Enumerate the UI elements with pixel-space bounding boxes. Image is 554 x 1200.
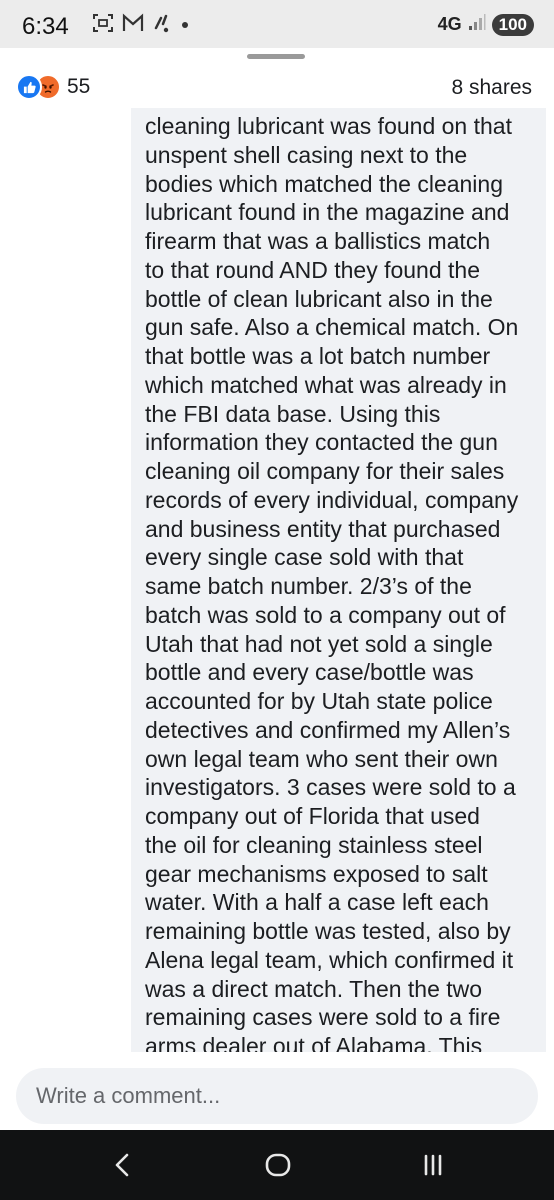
battery-badge: 100 [491,13,534,36]
comment-line: lubricant found in the magazine and [145,199,510,226]
comment-text: cleaning lubricant was found on that unsp… [145,112,546,1090]
comment-line: cleaning oil company for their sales [145,458,505,484]
comments-sheet: 55 8 shares cleaning lubricant was found… [0,48,554,1130]
comment-line: the FBI data base. Using this [145,400,441,427]
comment-line: detectives and confirmed my Allen’s [145,716,511,743]
status-bar: 6:34 4G 100 [0,0,554,50]
comment-line: firearm that was a ballistics match [145,228,491,254]
status-time: 6:34 [22,13,69,40]
network-indicator: 4G [437,14,462,34]
comment-line: every single case sold with that [145,544,464,571]
comment-line: which matched what was already in [145,371,507,398]
back-icon[interactable] [103,1148,143,1182]
comment-line: bodies which matched the cleaning [145,170,504,197]
comment-line: the oil for cleaning stainless steel [145,831,483,858]
comment-line: cleaning lubricant was found on that [145,113,512,139]
reactions-summary[interactable]: 55 [16,74,90,100]
shares-count[interactable]: 8 shares [451,76,532,100]
comment-line: batch was sold to a company out of [145,601,506,628]
signal-icon [468,13,486,36]
like-icon [16,74,42,100]
comment-line: to that round AND they found the [145,256,481,283]
comment-line: and business entity that purchased [145,515,501,542]
comment-bar [0,1052,554,1132]
comment-line: remaining bottle was tested, also by [145,918,511,944]
comment-line: bottle and every case/bottle was [145,659,474,686]
comment-line: water. With a half a case left each [145,889,489,916]
comment-line: gun safe. Also a chemical match. On [145,314,519,341]
comment-line: Utah that had not yet sold a single [145,630,493,657]
status-right: 4G 100 [438,13,534,36]
comment-line: information they contacted the gun [145,429,498,456]
comment-bubble[interactable]: cleaning lubricant was found on that unsp… [131,108,546,1104]
status-icons [92,12,190,39]
screenshot-icon [92,12,114,39]
drag-handle[interactable] [247,54,305,59]
notification-icon [152,12,172,39]
comment-line: same batch number. 2/3’s of the [145,573,472,599]
recents-icon[interactable] [413,1148,453,1182]
comment-line: unspent shell casing next to the [145,141,468,168]
comment-line: bottle of clean lubricant also in the [145,285,493,312]
comment-line: that bottle was a lot batch number [145,343,491,369]
comment-viewport: cleaning lubricant was found on that unsp… [131,108,546,1104]
comment-line: records of every individual, company [145,486,519,513]
reaction-count: 55 [67,75,91,98]
comment-line: gear mechanisms exposed to salt [145,860,488,887]
comment-input[interactable] [16,1068,538,1124]
comment-line: Alena legal team, which confirmed it [145,946,514,973]
dot-icon [180,17,190,35]
gmail-icon [122,13,144,38]
navigation-bar [0,1130,554,1200]
comment-line: investigators. 3 cases were sold to a [145,774,516,801]
comment-line: own legal team who sent their own [145,745,498,772]
comment-line: company out of Florida that used [145,803,480,829]
comment-line: accounted for by Utah state police [145,688,493,714]
home-icon[interactable] [258,1148,298,1182]
comment-line: was a direct match. Then the two [145,975,483,1002]
comment-line: remaining cases were sold to a fire [145,1004,501,1031]
